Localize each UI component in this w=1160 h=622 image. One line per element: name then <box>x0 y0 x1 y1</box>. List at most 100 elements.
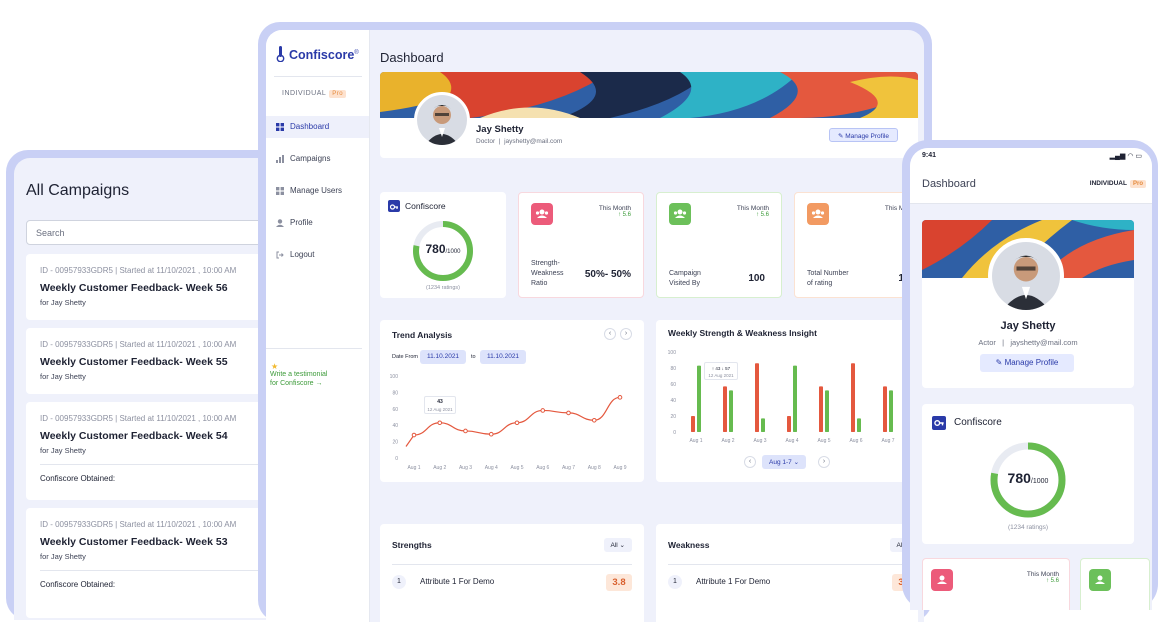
trend-point[interactable] <box>566 410 571 416</box>
row-number: 1 <box>392 575 406 589</box>
sidebar-item-profile[interactable]: Profile <box>266 212 369 234</box>
phone-confiscore-label: Confiscore <box>954 417 1002 428</box>
insight-bar-chart: 0 20 40 60 80 100 Aug 1 Aug 2 Aug 3 Aug 4 Aug 5 Aug… <box>668 350 895 444</box>
trend-point[interactable] <box>463 428 468 434</box>
grid-icon <box>276 123 284 131</box>
week-range-select[interactable]: Aug 1-7 ⌄ <box>762 455 807 469</box>
manage-profile-button[interactable]: ✎ Manage Profile <box>829 128 898 142</box>
campaign-owner: for Jay Shetty <box>40 446 86 455</box>
weakness-card: Weakness All ⌄ 1 Attribute 1 For Demo 3.… <box>656 524 918 622</box>
phone-confiscore-card: Confiscore 780/1000 (1234 ratings) <box>922 404 1134 544</box>
stat-card-ratio: This Month ↑ 5.6 Strength- Weakness Ratio 5… <box>518 192 644 298</box>
sidebar-item-logout[interactable]: Logout <box>266 244 369 266</box>
stat-label: Strength- Weakness Ratio <box>531 260 564 287</box>
trend-point[interactable] <box>514 420 520 426</box>
bar[interactable] <box>883 386 887 432</box>
profile-banner: Jay Shetty Doctor | jayshetty@mail.com ✎… <box>380 72 918 158</box>
attribute-name: Attribute 1 For Demo <box>696 577 771 586</box>
signal-wifi-battery-icon: ▂▄▆ ◠ ▭ <box>1109 153 1142 160</box>
y-tick-label: 40 <box>392 423 398 429</box>
campaigns-title: All Campaigns <box>26 182 130 199</box>
score-value: 780/1000 <box>425 242 461 256</box>
chevron-right-icon[interactable]: › <box>620 328 632 340</box>
list-item[interactable]: 1 Attribute 1 For Demo 3.8 <box>668 572 918 594</box>
confiscore-logo[interactable]: Confiscore® <box>276 46 359 62</box>
bar[interactable] <box>729 390 733 432</box>
person-photo-image <box>417 95 467 145</box>
phone-score-value: 780/1000 <box>1007 470 1049 486</box>
person-photo-image <box>992 242 1060 310</box>
campaign-meta: ID - 00957933GDR5 | Started at 11/10/202… <box>40 414 237 423</box>
bar[interactable] <box>697 365 701 432</box>
phone-ratings-count: (1234 ratings) <box>1007 524 1049 531</box>
trend-point[interactable] <box>591 417 597 423</box>
bar[interactable] <box>857 418 861 432</box>
users-icon <box>531 203 553 225</box>
sidebar-item-manage-users[interactable]: Manage Users <box>266 180 369 202</box>
trend-point[interactable] <box>437 420 443 426</box>
trend-point[interactable] <box>540 408 546 413</box>
chevron-left-icon[interactable]: ‹ <box>604 328 616 340</box>
bar[interactable] <box>825 390 829 432</box>
list-item[interactable]: 1 Attribute 1 For Demo 3.8 <box>392 572 632 594</box>
strengths-card: Strengths All ⌄ 1 Attribute 1 For Demo 3… <box>380 524 644 622</box>
strengths-title: Strengths <box>392 540 432 550</box>
confiscore-obtained-label: Confiscore Obtained: <box>40 580 116 589</box>
y-tick-label: 80 <box>392 390 398 396</box>
status-bar: 9:41 ▂▄▆ ◠ ▭ <box>910 148 1152 166</box>
divider <box>668 564 918 565</box>
date-from-field[interactable]: 11.10.2021 <box>420 350 467 364</box>
users-icon <box>276 187 284 195</box>
x-tick-label: Aug 1 <box>407 465 420 471</box>
bar[interactable] <box>819 386 823 432</box>
bar[interactable] <box>787 416 791 432</box>
bar[interactable] <box>889 390 893 432</box>
trend-point[interactable] <box>617 395 623 400</box>
bar[interactable] <box>851 363 855 432</box>
chevron-right-icon[interactable]: › <box>818 456 830 468</box>
chevron-left-icon[interactable]: ‹ <box>744 456 756 468</box>
trend-title: Trend Analysis <box>392 330 453 340</box>
divider <box>266 348 362 349</box>
users-icon <box>807 203 829 225</box>
phone-stat-card <box>1080 558 1150 610</box>
date-to-field[interactable]: 11.10.2021 <box>480 350 527 364</box>
campaign-card[interactable]: ID - 00957933GDR5 | Started at 11/10/202… <box>26 328 286 394</box>
sidebar-item-campaigns[interactable]: Campaigns <box>266 148 369 170</box>
campaign-card[interactable]: ID - 00957933GDR5 | Started at 11/10/202… <box>26 508 286 618</box>
bar-chart-icon <box>276 155 284 163</box>
sidebar: Confiscore® INDIVIDUAL Pro Dashboard Camp… <box>266 30 370 622</box>
profile-role-email: Doctor | jayshetty@mail.com <box>476 138 563 145</box>
phone-manage-profile-button[interactable]: ✎ Manage Profile <box>980 354 1074 372</box>
users-icon <box>669 203 691 225</box>
bar[interactable] <box>723 386 727 432</box>
strengths-filter-select[interactable]: All ⌄ <box>603 538 632 552</box>
stat-card-visits: This Month ↑ 5.6 Campaign Visited By 100 <box>656 192 782 298</box>
stat-period: This Month↑ 5.6 <box>598 205 631 218</box>
x-tick-label: Aug 5 <box>817 438 830 444</box>
weakness-title: Weakness <box>668 540 710 550</box>
campaign-owner: for Jay Shetty <box>40 298 86 307</box>
stat-period: This Month↑ 5.6 <box>1026 571 1059 584</box>
campaigns-screen: All Campaigns Search ID - 00957933GDR5 |… <box>14 158 296 620</box>
campaign-name: Weekly Customer Feedback- Week 55 <box>40 356 228 368</box>
bar[interactable] <box>755 363 759 432</box>
campaign-name: Weekly Customer Feedback- Week 54 <box>40 430 228 442</box>
sidebar-item-dashboard[interactable]: Dashboard <box>266 116 369 138</box>
campaign-search-input[interactable]: Search <box>26 220 286 245</box>
testimonial-link[interactable]: Write a testimonial for Confiscore → <box>270 370 327 388</box>
campaign-card[interactable]: ID - 00957933GDR5 | Started at 11/10/202… <box>26 254 286 320</box>
bar[interactable] <box>761 418 765 432</box>
logout-icon <box>276 251 284 259</box>
campaign-name: Weekly Customer Feedback- Week 56 <box>40 282 228 294</box>
campaign-card[interactable]: ID - 00957933GDR5 | Started at 11/10/202… <box>26 402 286 500</box>
campaign-name: Weekly Customer Feedback- Week 53 <box>40 536 228 548</box>
phone-device-frame: 9:41 ▂▄▆ ◠ ▭ Dashboard INDIVIDUAL Pro Jay… <box>902 140 1158 610</box>
trend-point[interactable] <box>488 431 494 437</box>
trend-point[interactable] <box>411 432 417 438</box>
bar[interactable] <box>793 365 797 432</box>
stat-value: 100 <box>748 273 765 284</box>
weekly-insight-card: Weekly Strength & Weakness Insight 0 20 40… <box>656 320 918 482</box>
insight-title: Weekly Strength & Weakness Insight <box>668 328 817 338</box>
bar[interactable] <box>691 416 695 432</box>
